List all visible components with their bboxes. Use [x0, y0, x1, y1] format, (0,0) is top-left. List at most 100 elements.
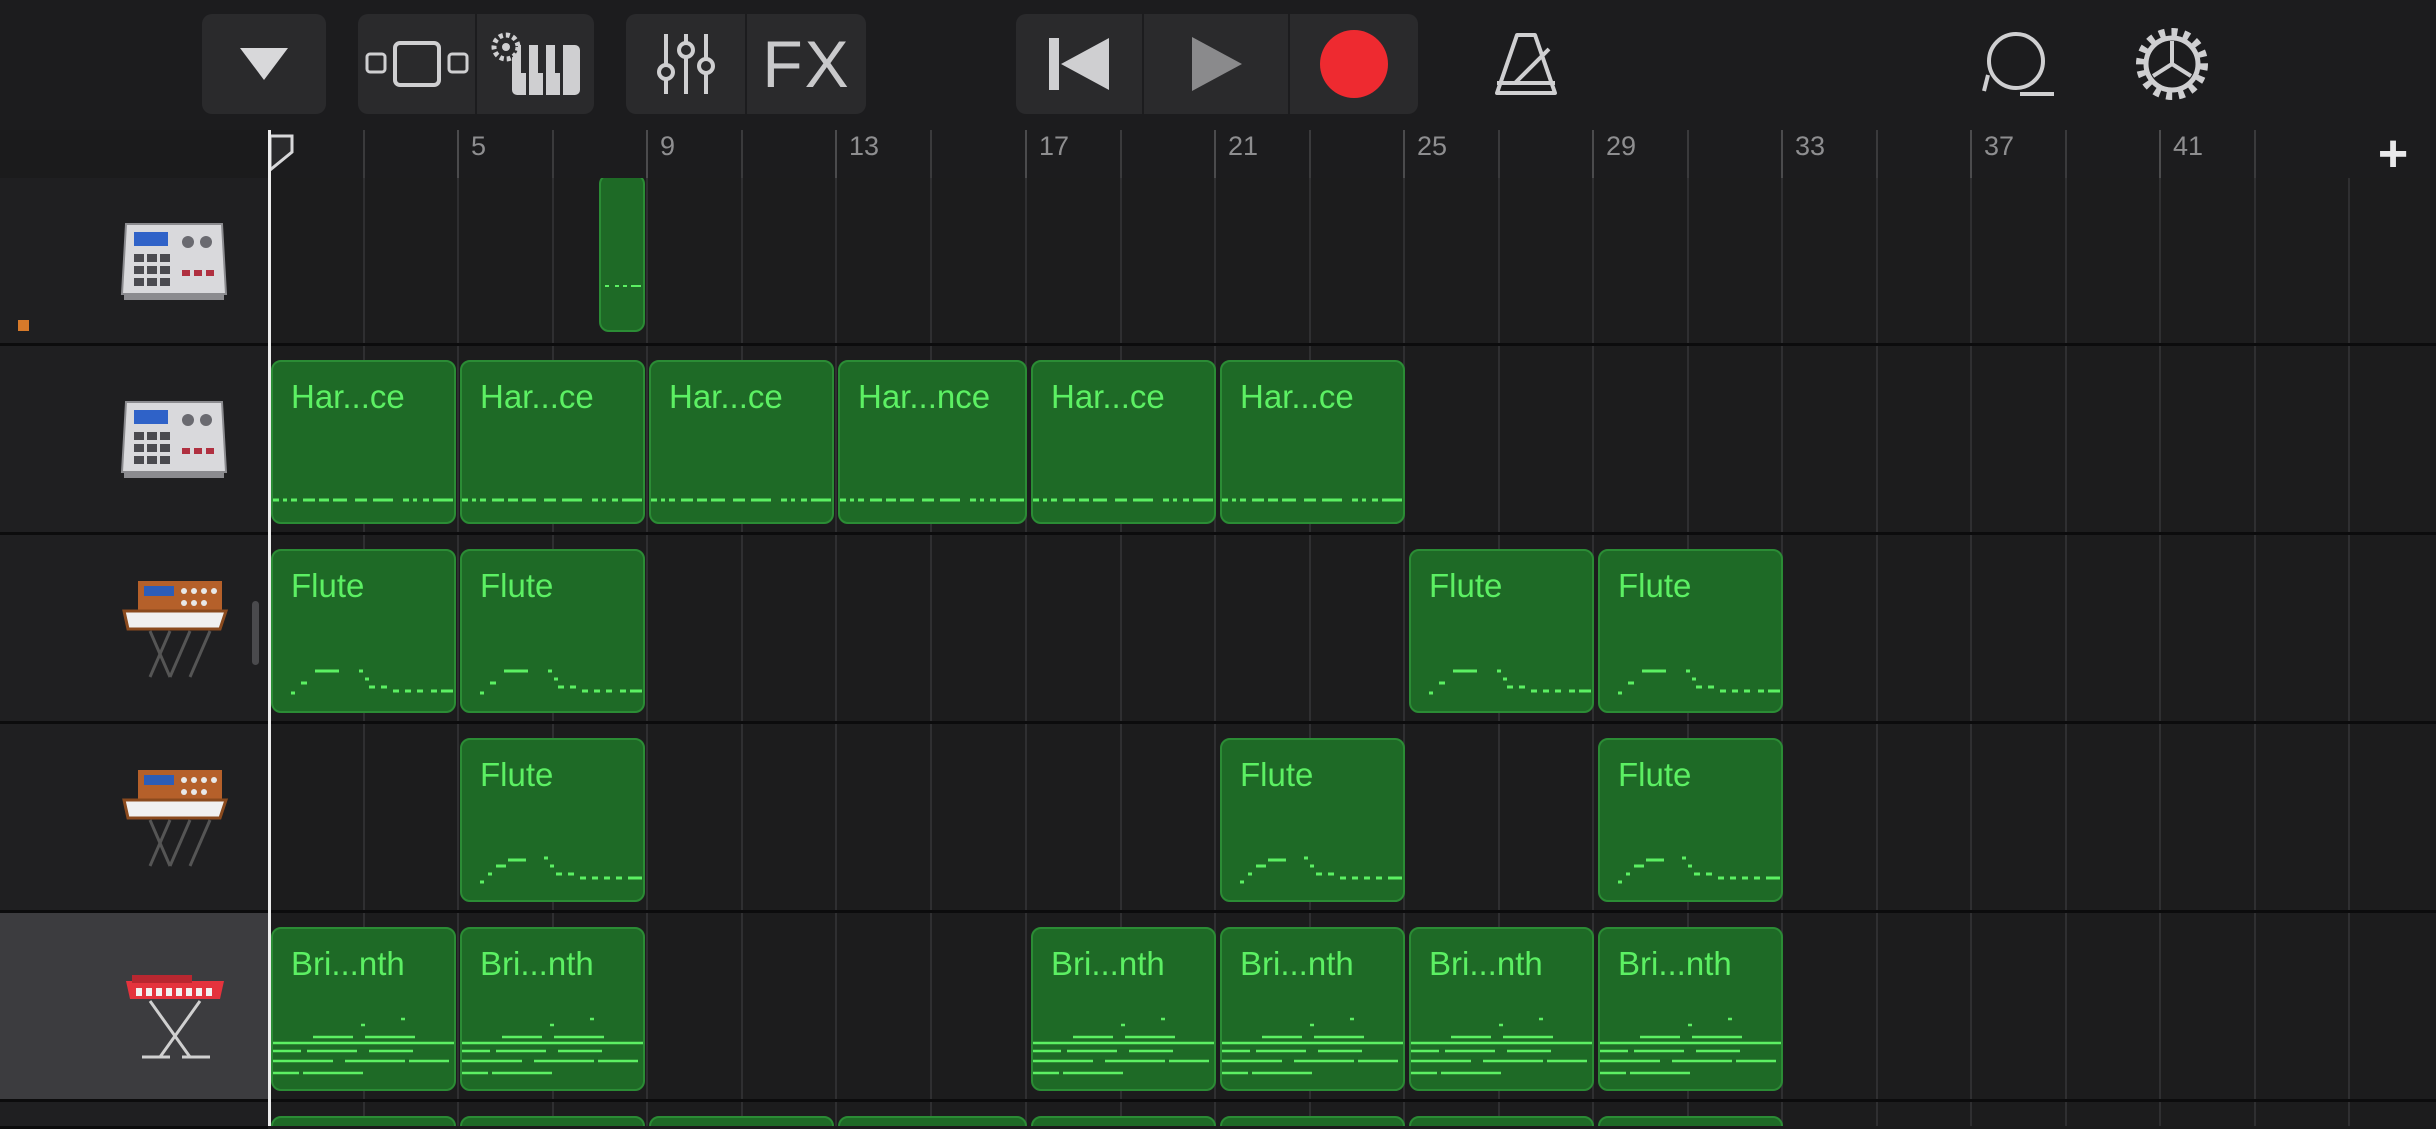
- region-label: Har...ce: [669, 378, 783, 415]
- synth-region[interactable]: Bri...nth: [1031, 927, 1216, 1091]
- region-notes: [1033, 498, 1213, 502]
- loops-button[interactable]: [1958, 14, 2078, 114]
- track-divider: [268, 910, 2436, 913]
- harmony-region[interactable]: Har...ce: [460, 360, 645, 524]
- synth-region[interactable]: Bri...nth: [1220, 927, 1405, 1091]
- settings-button[interactable]: [2112, 14, 2232, 114]
- record-button[interactable]: [1290, 14, 1418, 114]
- flute-region[interactable]: Flute: [271, 549, 456, 713]
- vintage-synth-icon: [122, 581, 229, 678]
- track-header-flute-1[interactable]: [0, 535, 268, 724]
- region-label: Flute: [1240, 756, 1314, 793]
- region-notes: [1411, 1017, 1592, 1075]
- region-notes: [1618, 669, 1780, 695]
- mixer-fx-group: FX: [626, 14, 866, 114]
- harmony-region[interactable]: Har...ce: [271, 360, 456, 524]
- region-label: Bri...nth: [480, 945, 594, 982]
- play-icon: [1192, 37, 1242, 91]
- fx-button[interactable]: FX: [747, 14, 866, 114]
- flute-region[interactable]: Flute: [1409, 549, 1594, 713]
- track-header-flute-2[interactable]: [0, 724, 268, 913]
- region-label: Flute: [1618, 756, 1692, 793]
- grid-line: [835, 178, 837, 1126]
- harmony-region[interactable]: Har...nce: [838, 360, 1027, 524]
- partial-region[interactable]: [649, 1116, 834, 1126]
- drum-machine-icon: [120, 401, 228, 478]
- region-notes: [462, 498, 642, 502]
- track-divider: [268, 532, 2436, 535]
- scroll-indicator[interactable]: [252, 601, 259, 665]
- bar-number: 25: [1403, 130, 1447, 178]
- synth-region[interactable]: Bri...nth: [1409, 927, 1594, 1091]
- partial-region[interactable]: [1598, 1116, 1783, 1126]
- partial-region[interactable]: [460, 1116, 645, 1126]
- grid-line: [2348, 178, 2350, 1126]
- track-divider: [268, 721, 2436, 724]
- bar-number: 5: [457, 130, 486, 178]
- flute-region[interactable]: Flute: [1598, 549, 1783, 713]
- synth-region[interactable]: Bri...nth: [271, 927, 456, 1091]
- partial-region[interactable]: [271, 1116, 456, 1126]
- instrument-view-button[interactable]: [477, 14, 594, 114]
- grid-line: [741, 178, 743, 1126]
- fx-label: FX: [762, 27, 851, 101]
- partial-region[interactable]: [1409, 1116, 1594, 1126]
- timeline-ruler[interactable]: 5 9 13 17 21 25 29 33 37 41: [268, 130, 2436, 178]
- region-label: Flute: [1429, 567, 1503, 604]
- region-label: Bri...nth: [1051, 945, 1165, 982]
- add-section-button[interactable]: +: [2350, 125, 2436, 183]
- grid-line: [1025, 178, 1027, 1126]
- harmony-region[interactable]: Har...ce: [1220, 360, 1405, 524]
- ruler-tick: [552, 130, 554, 178]
- grid-line: [2065, 178, 2067, 1126]
- region-label: Har...ce: [291, 378, 405, 415]
- region-notes: [1618, 856, 1780, 884]
- region-notes: [1600, 1017, 1781, 1075]
- my-songs-button[interactable]: [202, 14, 326, 114]
- playhead-line[interactable]: [268, 130, 271, 1126]
- go-to-beginning-button[interactable]: [1016, 14, 1144, 114]
- region-notes: [291, 669, 453, 695]
- partial-region[interactable]: [1031, 1116, 1216, 1126]
- region-label: Flute: [1618, 567, 1692, 604]
- ruler-tick: [930, 130, 932, 178]
- bar-number: 29: [1592, 130, 1636, 178]
- region-label: Flute: [291, 567, 365, 604]
- bar-number: 37: [1970, 130, 2014, 178]
- partial-region[interactable]: [1220, 1116, 1405, 1126]
- flute-region[interactable]: Flute: [1220, 738, 1405, 902]
- track-header-synth[interactable]: [0, 913, 268, 1102]
- ruler-tick: [2065, 130, 2067, 178]
- tracks-view-icon: [365, 41, 468, 87]
- partial-region[interactable]: [838, 1116, 1027, 1126]
- region-label: Bri...nth: [1240, 945, 1354, 982]
- instrument-settings-icon: [491, 32, 580, 95]
- tracks-area[interactable]: Har...ce Har...ce Har...ce Har...nce Har…: [268, 178, 2436, 1126]
- playhead-handle-icon[interactable]: [268, 134, 294, 172]
- track-header-beat-sequencer[interactable]: [0, 346, 268, 535]
- flute-region[interactable]: Flute: [1598, 738, 1783, 902]
- metronome-button[interactable]: [1466, 14, 1586, 114]
- tracks-view-button[interactable]: [358, 14, 477, 114]
- drum-region[interactable]: [599, 178, 645, 332]
- synth-region[interactable]: Bri...nth: [1598, 927, 1783, 1091]
- flute-region[interactable]: Flute: [460, 738, 645, 902]
- region-label: Bri...nth: [1618, 945, 1732, 982]
- drum-machine-icon: [120, 223, 228, 300]
- region-notes: [273, 1017, 454, 1075]
- settings-gear-icon: [2136, 28, 2208, 100]
- region-notes: [480, 856, 642, 884]
- region-label: Bri...nth: [1429, 945, 1543, 982]
- ruler-tick: [1498, 130, 1500, 178]
- play-button[interactable]: [1144, 14, 1290, 114]
- track-header-next[interactable]: [0, 1102, 268, 1129]
- track-header-drum-machine[interactable]: [0, 178, 268, 346]
- synth-region[interactable]: Bri...nth: [460, 927, 645, 1091]
- harmony-region[interactable]: Har...ce: [1031, 360, 1216, 524]
- mixer-button[interactable]: [626, 14, 747, 114]
- flute-region[interactable]: Flute: [460, 549, 645, 713]
- harmony-region[interactable]: Har...ce: [649, 360, 834, 524]
- track-divider: [268, 343, 2436, 346]
- ruler-tick: [363, 130, 365, 178]
- loop-icon: [1982, 32, 2054, 96]
